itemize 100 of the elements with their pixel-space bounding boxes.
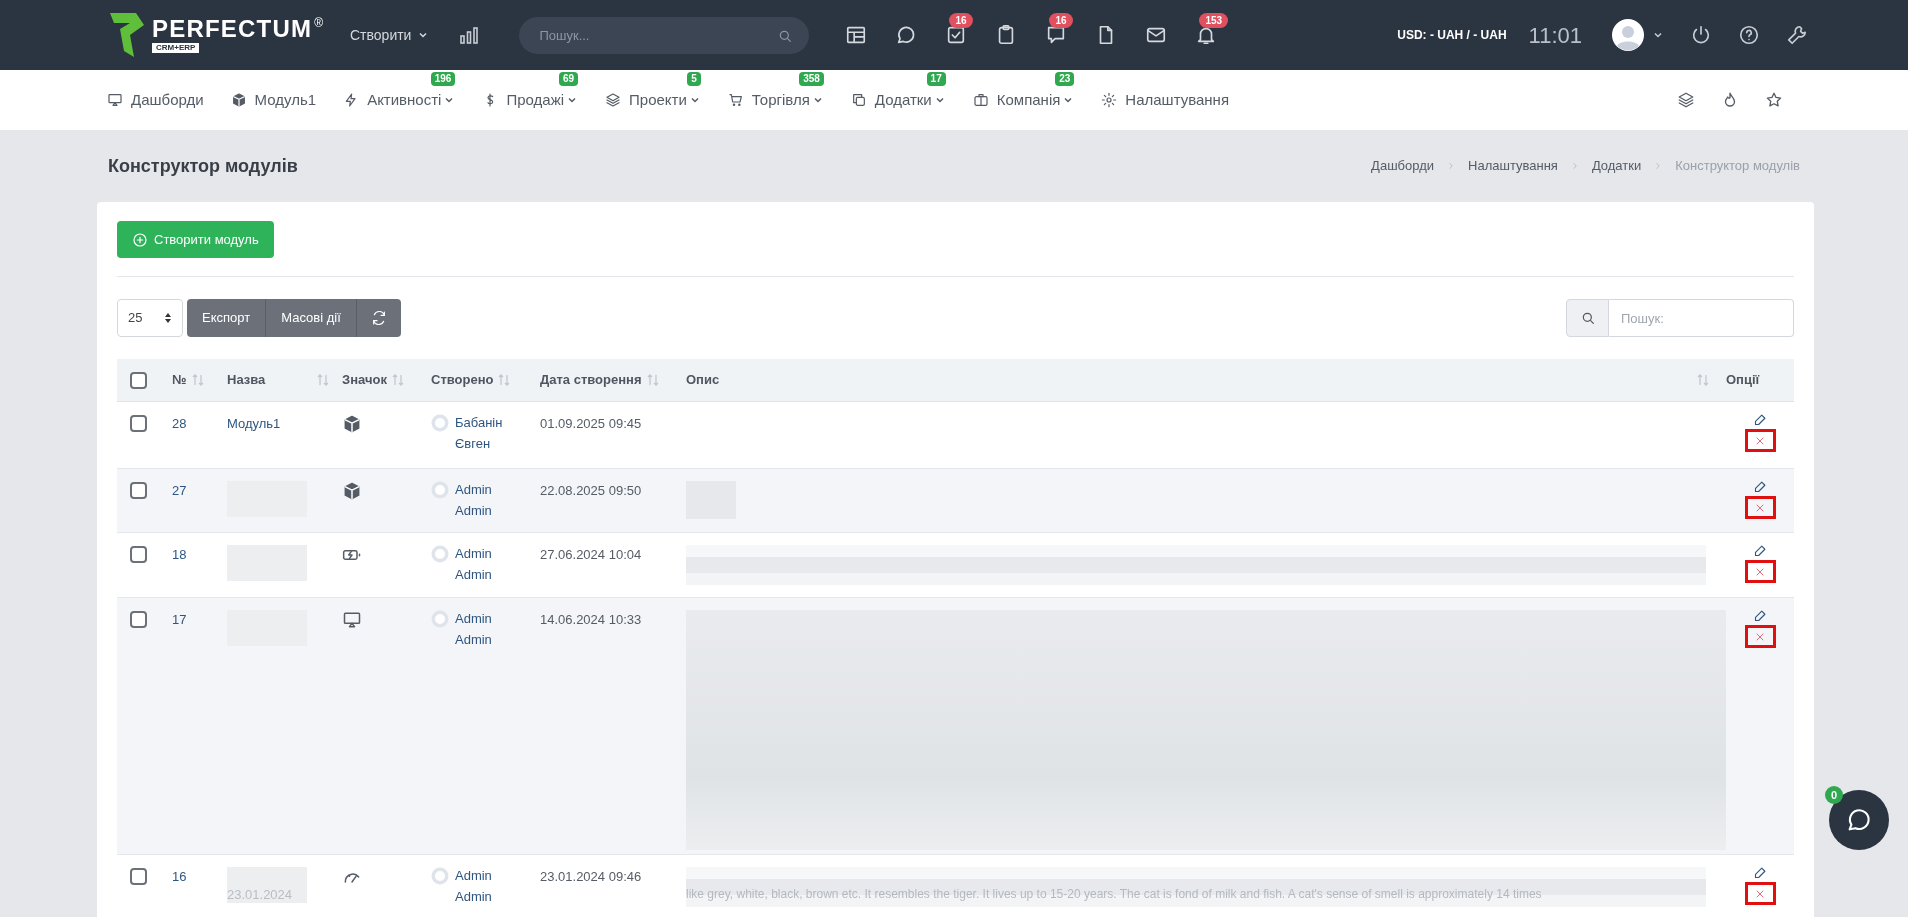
nav-item[interactable]: Компанія	[996, 88, 1061, 112]
table-row[interactable]: 17 Admin Admin 14.06.2024 10:33	[117, 598, 1794, 855]
avatar-icon	[431, 545, 449, 563]
avatar-icon	[431, 867, 449, 885]
notification-badge: 153	[1199, 13, 1229, 28]
create-menu[interactable]: Створити	[350, 24, 430, 46]
sort-icon	[316, 373, 330, 387]
toolbar-button[interactable]: Експорт	[187, 299, 267, 337]
edit-icon	[1752, 412, 1768, 427]
row-number-link[interactable]: 16	[172, 869, 187, 884]
edit-icon	[1752, 865, 1768, 880]
breadcrumb[interactable]: Налаштування	[1468, 156, 1558, 176]
checkbox[interactable]	[130, 546, 147, 563]
checkbox[interactable]	[130, 415, 147, 432]
row-number-link[interactable]: 28	[172, 416, 187, 431]
sort-icon	[645, 373, 660, 387]
registered-mark: ®	[314, 17, 323, 29]
count-badge: 0	[1825, 786, 1843, 804]
nav-item[interactable]: Налаштування	[1125, 88, 1230, 112]
settings-icon	[1101, 92, 1118, 108]
delete-button[interactable]	[1744, 429, 1776, 452]
power-icon	[1690, 24, 1712, 46]
logo-text: PERFECTUM	[152, 17, 313, 41]
row-number-link[interactable]: 17	[172, 612, 187, 627]
cube-icon	[230, 92, 247, 108]
edit-icon	[1752, 543, 1768, 558]
chevron-right-icon	[1446, 161, 1456, 171]
cube-icon	[342, 481, 362, 501]
layout-icon	[845, 24, 868, 46]
edit-icon	[1752, 479, 1768, 494]
sort-icon	[190, 373, 205, 387]
nav-item[interactable]: Додатки	[874, 88, 932, 112]
cart-icon	[727, 92, 744, 108]
layers-icon	[605, 92, 622, 108]
delete-button[interactable]	[1744, 882, 1776, 905]
checkbox[interactable]	[130, 611, 147, 628]
currency-rate: USD: - UAH / - UAH	[1397, 27, 1507, 44]
sort-icon	[1696, 373, 1710, 387]
column-header[interactable]: Створено	[431, 370, 494, 390]
author-link[interactable]: Admin Admin	[455, 479, 492, 521]
breadcrumb[interactable]: Дашборди	[1371, 156, 1434, 176]
nav-item[interactable]: Дашборди	[131, 88, 204, 112]
star-icon	[1765, 91, 1783, 109]
layers-icon	[1677, 91, 1695, 109]
date-text: 22.08.2025 09:50	[540, 483, 642, 498]
column-header[interactable]: Значок	[342, 370, 387, 390]
page-size-select[interactable]: 25	[117, 299, 183, 337]
clock: 11:01	[1528, 21, 1582, 50]
checkbox[interactable]	[130, 482, 147, 499]
date-text: 23.01.2024 09:46	[540, 869, 642, 884]
author-link[interactable]: Admin Admin	[455, 865, 492, 907]
notification-badge: 16	[1049, 13, 1073, 28]
nav-item[interactable]: Модуль1	[254, 88, 317, 112]
wrench-icon	[1786, 24, 1808, 46]
count-badge: 5	[687, 71, 701, 86]
column-header[interactable]: №	[172, 370, 187, 390]
avatar-icon	[431, 481, 449, 499]
caret-icon	[164, 312, 172, 324]
toolbar-button[interactable]: Масові дії	[266, 299, 357, 337]
avatar-icon	[431, 414, 449, 432]
nav-item[interactable]: Активності	[367, 88, 442, 112]
search-field[interactable]: Пошук...	[519, 16, 810, 54]
column-header[interactable]: Назва	[227, 370, 266, 390]
checkbox[interactable]	[130, 868, 147, 885]
monitor-icon	[107, 92, 123, 108]
plus-circle-icon	[132, 231, 148, 248]
delete-button[interactable]	[1744, 496, 1776, 519]
monitor-icon	[342, 610, 362, 630]
breadcrumb[interactable]: Додатки	[1591, 156, 1642, 176]
column-header[interactable]: Опис	[686, 370, 720, 390]
refresh-icon	[370, 310, 387, 326]
table-row[interactable]: 27 Admin Admin 22.08.2025 09:50	[117, 469, 1794, 533]
author-link[interactable]: Бабанін Євген	[455, 412, 503, 454]
date-text: 01.09.2025 09:45	[540, 416, 642, 431]
avatar-icon	[431, 610, 449, 628]
column-header: Опції	[1726, 372, 1760, 388]
delete-button[interactable]	[1744, 625, 1776, 648]
column-header[interactable]: Дата створення	[540, 370, 642, 390]
row-number-link[interactable]: 18	[172, 547, 187, 562]
checkbox[interactable]	[130, 371, 147, 389]
nav-item[interactable]: Торгівля	[751, 88, 810, 112]
count-badge: 196	[430, 71, 456, 86]
table-search-field[interactable]: Пошук:	[1609, 299, 1794, 337]
author-link[interactable]: Admin Admin	[455, 543, 492, 585]
nav-item[interactable]: Проекти	[629, 88, 687, 112]
help-icon	[1738, 24, 1760, 46]
delete-button[interactable]	[1744, 560, 1776, 583]
nav-item[interactable]: Продажі	[506, 88, 565, 112]
logo-subtitle: CRM+ERP	[152, 43, 200, 53]
date-text: 14.06.2024 10:33	[540, 612, 642, 627]
bar-chart-icon[interactable]	[459, 25, 480, 45]
count-badge: 69	[558, 71, 579, 86]
copy-icon	[850, 92, 867, 108]
row-number-link[interactable]: 27	[172, 483, 187, 498]
count-badge: 23	[1055, 71, 1075, 86]
author-link[interactable]: Admin Admin	[455, 608, 492, 650]
module-name-link[interactable]: Модуль1	[227, 416, 281, 431]
breadcrumb: Конструктор модулів	[1675, 157, 1800, 176]
page-title: Конструктор модулів	[108, 154, 298, 178]
avatar-icon[interactable]	[1612, 19, 1644, 51]
